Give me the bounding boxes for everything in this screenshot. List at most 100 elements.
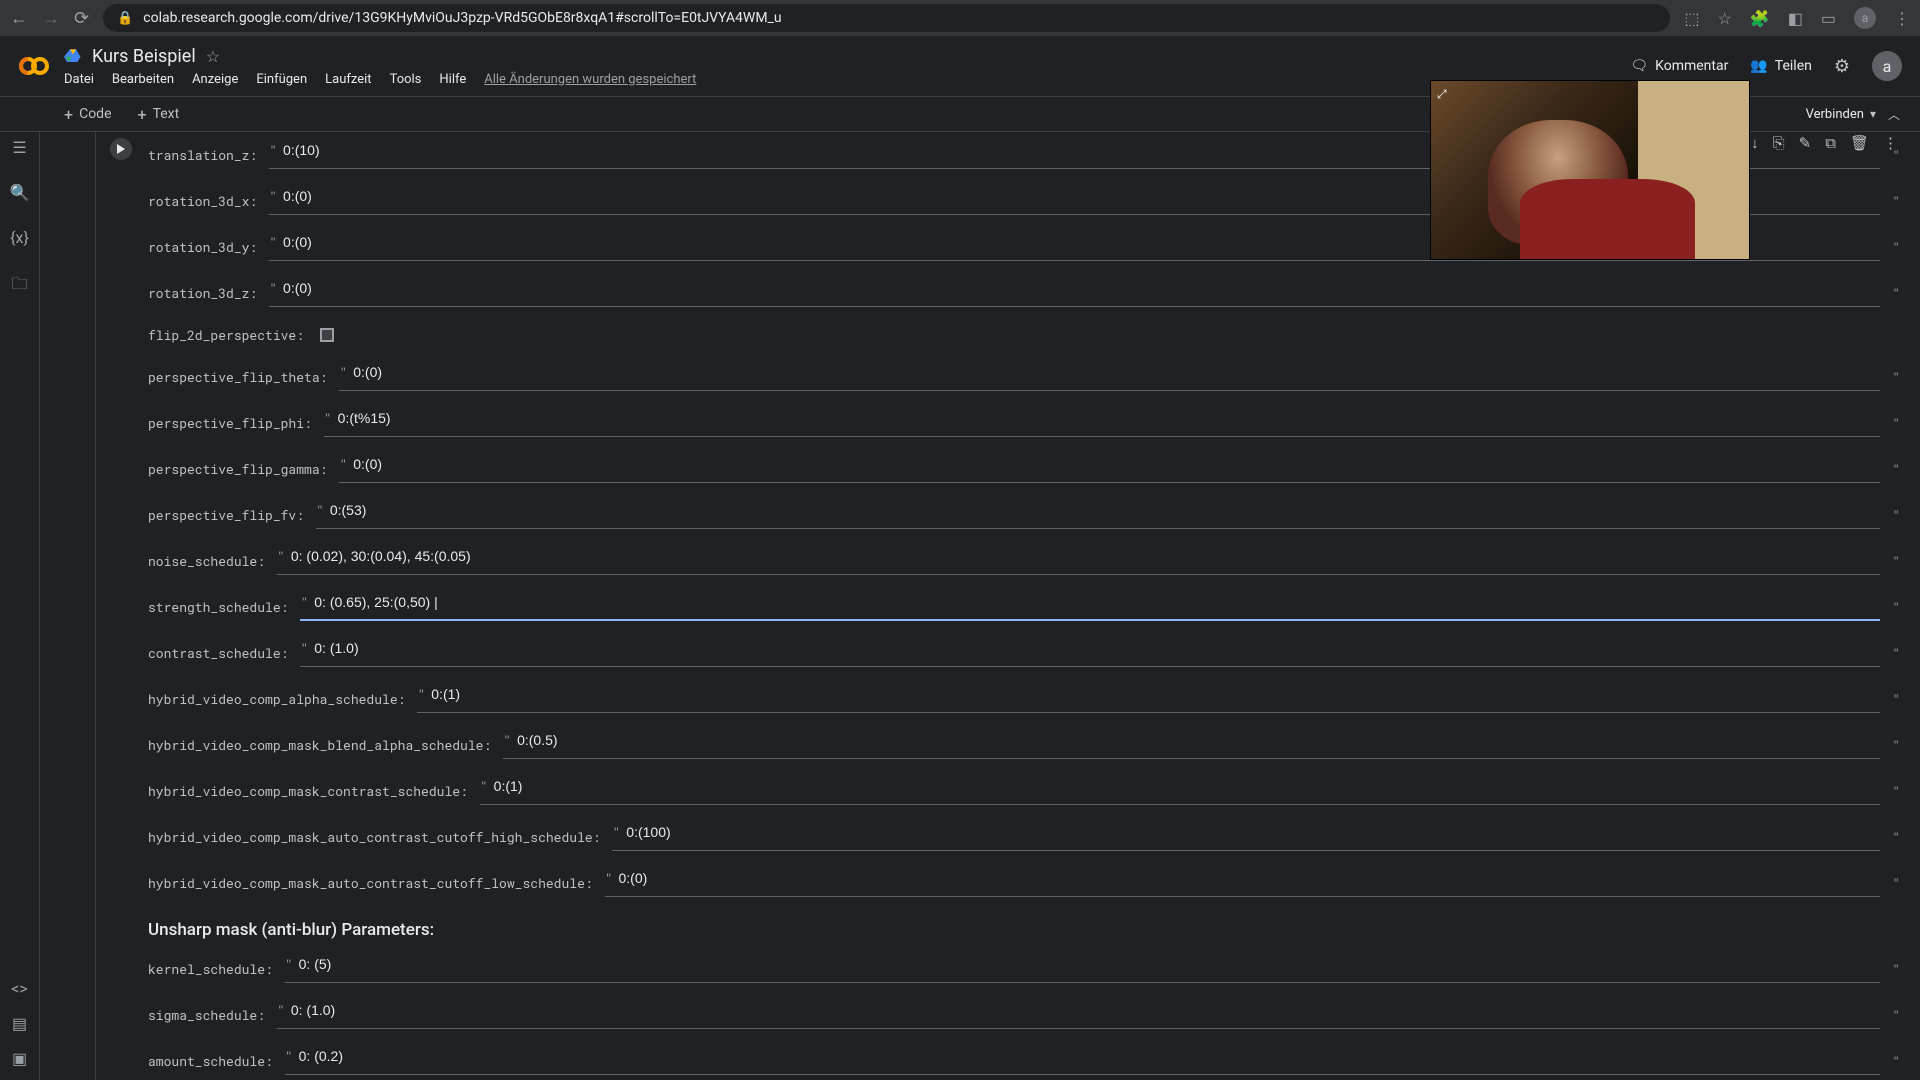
menu-datei[interactable]: Datei [64, 72, 94, 87]
param-row: hybrid_video_comp_alpha_schedule: " " [148, 676, 1900, 722]
quote-open: " [339, 363, 353, 381]
comment-button[interactable]: 🗨 Kommentar [1630, 58, 1728, 74]
command-palette-icon[interactable]: ▣ [10, 1049, 30, 1068]
run-cell-button[interactable] [110, 138, 132, 160]
settings-icon[interactable]: ⚙ [1834, 56, 1850, 77]
search-icon[interactable]: 🔍 [10, 183, 30, 202]
add-code-button[interactable]: + Code [52, 101, 124, 128]
param-label: rotation_3d_y: [148, 238, 261, 256]
param-label: hybrid_video_comp_alpha_schedule: [148, 690, 409, 708]
user-avatar[interactable]: a [1872, 51, 1902, 81]
param-input-wrap: " [612, 823, 1880, 851]
share-button[interactable]: 👥 Teilen [1750, 58, 1812, 74]
connect-button[interactable]: Verbinden ▾ [1806, 107, 1876, 122]
param-input[interactable] [314, 640, 1880, 656]
menu-laufzeit[interactable]: Laufzeit [325, 72, 371, 87]
param-input[interactable] [291, 548, 1880, 564]
param-input-wrap: " [339, 363, 1880, 391]
param-input[interactable] [330, 502, 1880, 518]
code-snippets-icon[interactable]: <> [10, 979, 30, 998]
quote-open: " [324, 409, 338, 427]
menu-tools[interactable]: Tools [390, 72, 422, 87]
quote-close: " [1892, 368, 1900, 386]
param-input[interactable] [619, 870, 1881, 886]
quote-open: " [300, 639, 314, 657]
param-input[interactable] [517, 732, 1880, 748]
url-text: colab.research.google.com/drive/13G9KHyM… [143, 10, 781, 26]
quote-close: " [1892, 460, 1900, 478]
quote-close: " [1892, 284, 1900, 302]
collapse-icon[interactable]: ︿ [1888, 106, 1900, 123]
files-icon[interactable]: 🗀 [10, 273, 30, 300]
param-row: hybrid_video_comp_mask_auto_contrast_cut… [148, 814, 1900, 860]
section-title: Unsharp mask (anti-blur) Parameters: [148, 920, 1900, 940]
browser-menu-icon[interactable]: ⋮ [1894, 9, 1910, 28]
param-input[interactable] [626, 824, 1880, 840]
param-input[interactable] [283, 280, 1880, 296]
variables-icon[interactable]: {x} [10, 228, 30, 247]
star-icon[interactable]: ☆ [206, 47, 220, 66]
param-row-checkbox: flip_2d_perspective: [148, 316, 1900, 354]
quote-open: " [269, 141, 283, 159]
menu-einfuegen[interactable]: Einfügen [256, 72, 307, 87]
param-input[interactable] [299, 956, 1881, 972]
quote-open: " [269, 279, 283, 297]
param-input[interactable] [353, 456, 1880, 472]
reload-icon[interactable]: ⟳ [74, 8, 89, 29]
drive-icon [64, 47, 82, 65]
param-input[interactable] [299, 1048, 1881, 1064]
param-input[interactable] [431, 686, 1880, 702]
left-rail: ☰ 🔍 {x} 🗀 <> ▤ ▣ [0, 132, 40, 1080]
quote-close: " [1892, 146, 1900, 164]
param-label: rotation_3d_z: [148, 284, 261, 302]
param-label: hybrid_video_comp_mask_auto_contrast_cut… [148, 874, 597, 892]
bookmark-icon[interactable]: ☆ [1717, 9, 1731, 28]
quote-close: " [1892, 506, 1900, 524]
doc-title[interactable]: Kurs Beispiel [92, 46, 196, 67]
side-panel-icon[interactable]: ◧ [1788, 9, 1803, 28]
param-input[interactable] [314, 594, 1880, 610]
menu-bearbeiten[interactable]: Bearbeiten [112, 72, 174, 87]
url-bar[interactable]: 🔒 colab.research.google.com/drive/13G9KH… [103, 4, 1670, 32]
param-row: amount_schedule:"" [148, 1038, 1900, 1080]
quote-open: " [417, 685, 431, 703]
quote-open: " [277, 547, 291, 565]
browser-avatar[interactable]: a [1854, 7, 1876, 29]
quote-open: " [316, 501, 330, 519]
param-input-wrap: " [316, 501, 1880, 529]
back-icon[interactable]: ← [10, 8, 28, 29]
flip-2d-checkbox[interactable] [320, 328, 334, 342]
param-row: sigma_schedule:"" [148, 992, 1900, 1038]
quote-close: " [1892, 736, 1900, 754]
param-input[interactable] [494, 778, 1881, 794]
plus-icon: + [64, 105, 73, 124]
forward-icon[interactable]: → [42, 8, 60, 29]
quote-close: " [1892, 690, 1900, 708]
add-text-button[interactable]: + Text [126, 101, 192, 128]
param-label: rotation_3d_x: [148, 192, 261, 210]
quote-open: " [503, 731, 517, 749]
panel-icon[interactable]: ▭ [1821, 9, 1836, 28]
quote-close: " [1892, 782, 1900, 800]
extensions-icon[interactable]: 🧩 [1750, 9, 1770, 28]
param-input-wrap: " [277, 1001, 1880, 1029]
menu-hilfe[interactable]: Hilfe [439, 72, 466, 87]
toc-icon[interactable]: ☰ [10, 138, 30, 157]
param-row: kernel_schedule:"" [148, 946, 1900, 992]
webcam-overlay[interactable]: ⤢ [1430, 80, 1750, 260]
param-row: strength_schedule:"" [148, 584, 1900, 630]
param-input[interactable] [291, 1002, 1880, 1018]
terminal-icon[interactable]: ▤ [10, 1014, 30, 1033]
quote-open: " [277, 1001, 291, 1019]
param-input[interactable] [338, 410, 1881, 426]
param-row: hybrid_video_comp_mask_contrast_schedule… [148, 768, 1900, 814]
param-input[interactable] [353, 364, 1880, 380]
plus-icon: + [138, 105, 147, 124]
param-input-wrap: " [269, 279, 1880, 307]
menu-anzeige[interactable]: Anzeige [192, 72, 238, 87]
saved-message[interactable]: Alle Änderungen wurden gespeichert [484, 72, 696, 87]
expand-icon[interactable]: ⤢ [1437, 87, 1447, 102]
param-input-wrap: " [339, 455, 1880, 483]
colab-logo-icon[interactable] [18, 50, 50, 82]
install-icon[interactable]: ⬚ [1684, 9, 1699, 28]
